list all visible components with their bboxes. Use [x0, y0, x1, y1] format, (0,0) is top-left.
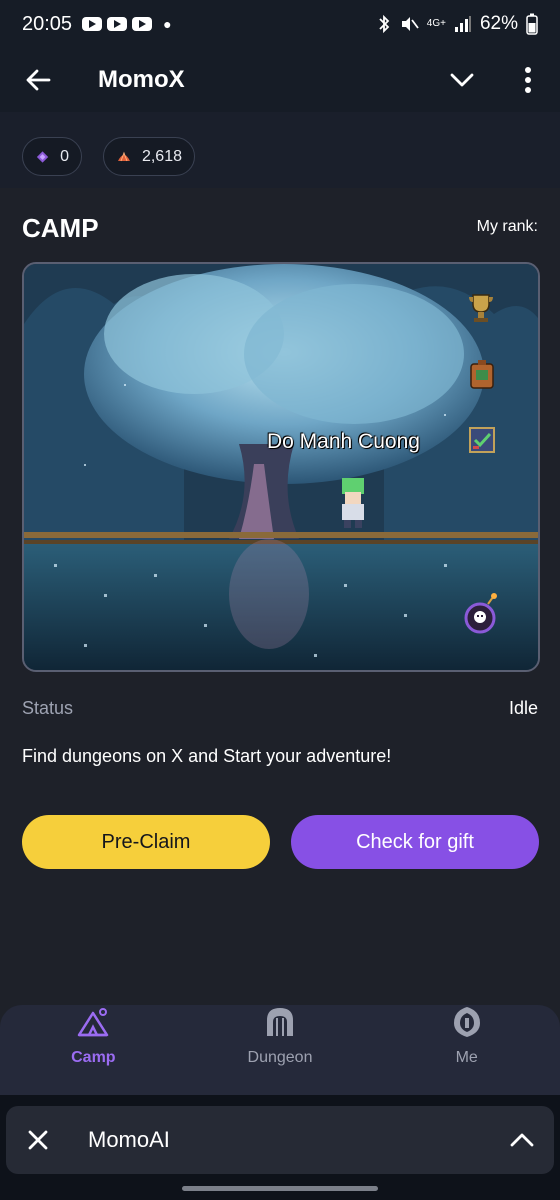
youtube-icon	[107, 17, 128, 31]
back-button[interactable]	[0, 48, 76, 112]
momoai-bar: MomoAI	[6, 1106, 554, 1174]
gem-balance: 0	[22, 137, 82, 176]
nav-item-camp[interactable]: Camp	[0, 1005, 187, 1095]
status-bar: 20:05 ● 4G+ 62%	[0, 0, 560, 48]
player-name-label: Do Manh Cuong	[267, 430, 420, 453]
bluetooth-icon	[379, 14, 390, 34]
signal-icon	[454, 16, 471, 32]
status-time: 20:05	[22, 12, 73, 35]
shell-count: 2,618	[141, 147, 182, 165]
checklist-icon[interactable]	[468, 426, 496, 454]
status-value: Idle	[508, 698, 538, 718]
camp-scene: Do Manh Cuong	[22, 262, 540, 672]
nav-label-dungeon: Dungeon	[247, 1049, 313, 1066]
nav-label-me: Me	[455, 1049, 478, 1066]
shell-icon	[117, 151, 130, 161]
more-vertical-icon[interactable]	[514, 64, 542, 96]
bomb-skull-icon[interactable]	[460, 592, 500, 636]
app-header: MomoX	[0, 48, 560, 112]
currency-bar	[0, 112, 560, 188]
notification-dot-icon: ●	[163, 16, 172, 32]
youtube-icon	[82, 17, 103, 31]
check-for-gift-button[interactable]: Check for gift	[291, 815, 539, 869]
momoai-title: MomoAI	[88, 1127, 170, 1152]
status-label: Status	[22, 698, 74, 718]
battery-percent: 62%	[479, 13, 518, 34]
page-title: MomoX	[98, 66, 185, 93]
battery-icon	[526, 13, 538, 35]
adventure-tagline: Find dungeons on X and Start your advent…	[22, 746, 392, 766]
pre-claim-button[interactable]: Pre-Claim	[22, 815, 270, 869]
arrow-left-icon	[26, 69, 51, 91]
shell-balance: 2,618	[103, 137, 195, 176]
mute-icon	[401, 17, 419, 31]
bottom-nav: Camp Dungeon Me	[0, 1005, 560, 1095]
camp-icon	[78, 1008, 109, 1037]
helmet-icon	[453, 1007, 480, 1037]
chevron-up-icon[interactable]	[508, 1126, 536, 1154]
gesture-bar	[182, 1186, 378, 1191]
close-icon	[28, 1130, 48, 1150]
backpack-icon[interactable]	[468, 358, 496, 390]
nav-item-dungeon[interactable]: Dungeon	[187, 1005, 374, 1095]
gem-count: 0	[60, 147, 69, 165]
trophy-icon[interactable]	[466, 292, 496, 324]
nav-item-me[interactable]: Me	[373, 1005, 560, 1095]
gem-icon	[36, 150, 49, 163]
camp-title: CAMP	[22, 213, 99, 243]
network-type: 4G+	[426, 18, 446, 29]
youtube-icon	[132, 17, 153, 31]
my-rank-label: My rank:	[476, 218, 538, 235]
close-button[interactable]	[6, 1106, 70, 1174]
dungeon-gate-icon	[267, 1008, 293, 1036]
nav-label-camp: Camp	[71, 1049, 116, 1066]
chevron-down-icon[interactable]	[448, 66, 476, 94]
